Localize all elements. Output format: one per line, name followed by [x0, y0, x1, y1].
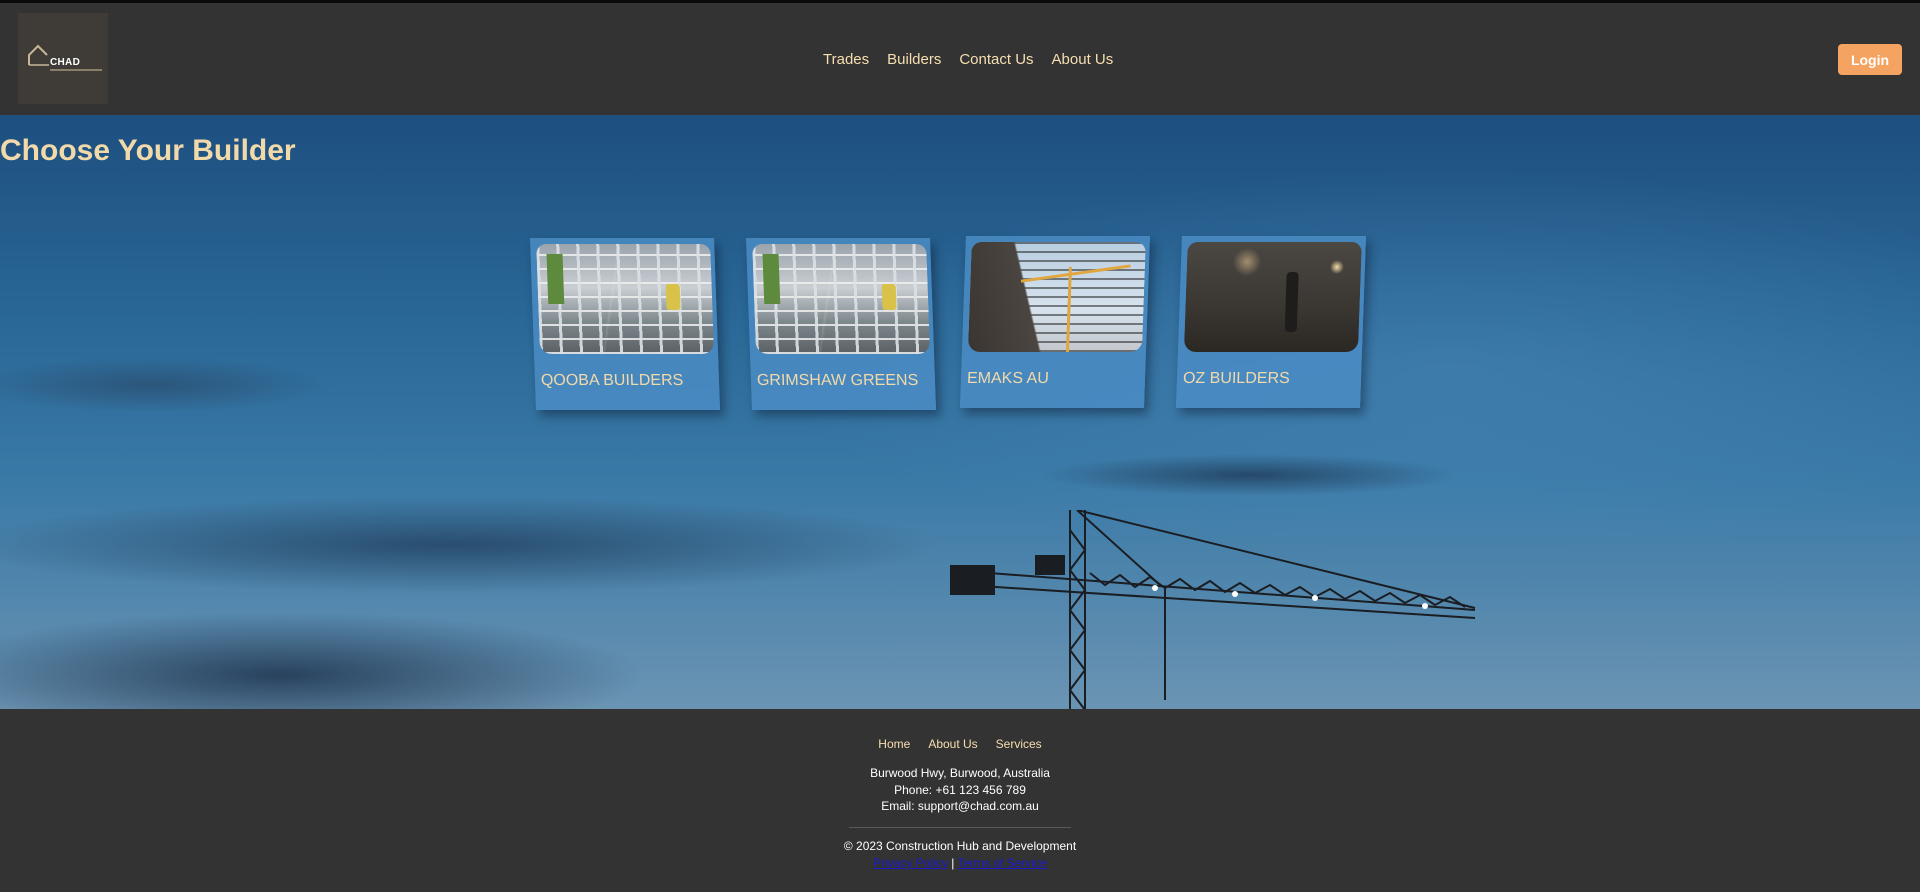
main-nav: Trades Builders Contact Us About Us [823, 51, 1113, 69]
nav-contact-us[interactable]: Contact Us [959, 51, 1033, 69]
address: Burwood Hwy, Burwood, Australia [870, 766, 1050, 780]
builder-name: OZ BUILDERS [1182, 369, 1291, 387]
builder-name: GRIMSHAW GREENS [756, 371, 919, 389]
crane-jib [1020, 264, 1131, 283]
terms-of-service-link[interactable]: Terms of Service [957, 856, 1046, 870]
builder-photo [752, 244, 931, 354]
page-title: Choose Your Builder [0, 134, 296, 167]
site-header: CHAD Trades Builders Contact Us About Us… [0, 3, 1920, 115]
builder-photo [967, 242, 1146, 352]
legal-separator: | [951, 856, 955, 870]
builder-name: EMAKS AU [966, 369, 1050, 387]
builder-name: QOOBA BUILDERS [540, 371, 684, 389]
footer-about-link[interactable]: About Us [928, 737, 977, 751]
tower-crane-silhouette [949, 510, 1476, 709]
logo-text: CHAD [50, 57, 81, 68]
builder-card-grimshaw[interactable]: GRIMSHAW GREENS [745, 238, 937, 410]
worker-figure [1284, 272, 1299, 332]
contact-info: Burwood Hwy, Burwood, Australia Phone: +… [0, 765, 1920, 815]
footer-home-link[interactable]: Home [878, 737, 910, 751]
worker-figure [881, 284, 897, 311]
builder-card-qooba[interactable]: QOOBA BUILDERS [529, 238, 721, 410]
crane-mast [1065, 267, 1072, 352]
builders-hero: Choose Your Builder QOOBA BUILDERS GRIMS… [0, 115, 1920, 709]
logo-tagline-line [50, 69, 102, 71]
builder-card-oz[interactable]: OZ BUILDERS [1175, 236, 1367, 408]
phone: Phone: +61 123 456 789 [894, 782, 1026, 797]
nav-trades[interactable]: Trades [823, 51, 869, 69]
foliage [762, 254, 781, 305]
footer-nav: Home About Us Services [0, 737, 1920, 751]
house-icon [28, 44, 49, 66]
worker-figure [665, 284, 681, 311]
nav-about-us[interactable]: About Us [1052, 51, 1114, 69]
privacy-policy-link[interactable]: Privacy Policy [873, 856, 948, 870]
builder-card-emaks[interactable]: EMAKS AU [959, 236, 1151, 408]
site-footer: Home About Us Services Burwood Hwy, Burw… [0, 709, 1920, 892]
copyright: © 2023 Construction Hub and Development [843, 839, 1077, 853]
legal-links: Privacy Policy | Terms of Service [0, 856, 1920, 870]
footer-divider [849, 827, 1071, 828]
logo[interactable]: CHAD [18, 13, 108, 104]
login-button[interactable]: Login [1838, 44, 1902, 75]
builder-photo [1183, 242, 1362, 352]
email: Email: support@chad.com.au [881, 799, 1039, 813]
footer-services-link[interactable]: Services [996, 737, 1042, 751]
foliage [546, 254, 565, 305]
builder-photo [536, 244, 715, 354]
nav-builders[interactable]: Builders [887, 51, 941, 69]
